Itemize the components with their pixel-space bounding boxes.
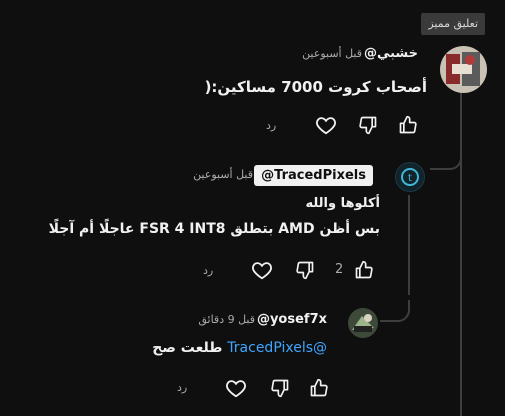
like-button[interactable] bbox=[306, 375, 332, 401]
comment-text: @TracedPixels طلعت صح bbox=[152, 340, 327, 356]
comment-time[interactable]: قبل أسبوعين bbox=[302, 47, 362, 60]
mention-link[interactable]: @TracedPixels bbox=[227, 340, 327, 356]
comment-text-line-2: بس أظن AMD بتطلق FSR 4 INT8 عاجلًا أم آج… bbox=[48, 221, 380, 237]
comment-author[interactable]: @TracedPixels bbox=[254, 165, 373, 186]
avatar[interactable] bbox=[348, 308, 378, 338]
featured-comment-badge: تعليق مميز bbox=[421, 13, 485, 35]
like-count: 2 bbox=[335, 262, 344, 277]
thread-connector-2 bbox=[380, 300, 410, 322]
like-button[interactable] bbox=[351, 257, 377, 283]
thread-connector-1 bbox=[430, 150, 462, 170]
dislike-button[interactable] bbox=[355, 112, 381, 138]
like-button[interactable] bbox=[395, 112, 421, 138]
heart-button[interactable] bbox=[249, 257, 275, 283]
thumbs-up-icon bbox=[310, 378, 328, 397]
thumbs-up-icon bbox=[355, 260, 373, 279]
comment-text: أصحاب كروت 7000 مساكين:( bbox=[204, 78, 427, 96]
svg-text:t: t bbox=[408, 173, 412, 184]
reply-button[interactable]: رد bbox=[266, 119, 276, 132]
thumbs-up-icon bbox=[399, 115, 417, 134]
avatar[interactable]: t bbox=[395, 162, 425, 192]
heart-button[interactable] bbox=[313, 112, 339, 138]
thumbs-down-icon bbox=[271, 379, 289, 398]
reply-button[interactable]: رد bbox=[177, 381, 187, 394]
heart-icon bbox=[252, 262, 272, 280]
thumbs-down-icon bbox=[359, 116, 377, 135]
comment-author[interactable]: @خشبي bbox=[364, 46, 418, 61]
thread-line bbox=[460, 92, 462, 416]
heart-button[interactable] bbox=[223, 375, 249, 401]
reply-button[interactable]: رد bbox=[203, 264, 213, 277]
comment-body: طلعت صح bbox=[152, 340, 223, 356]
heart-icon bbox=[316, 117, 336, 135]
comment-author[interactable]: @yosef7x bbox=[257, 312, 327, 327]
dislike-button[interactable] bbox=[292, 257, 318, 283]
heart-icon bbox=[226, 380, 246, 398]
comment-text-line-1: أكلوها والله bbox=[305, 196, 380, 211]
comment-time[interactable]: قبل 9 دقائق bbox=[198, 313, 255, 326]
thumbs-down-icon bbox=[296, 261, 314, 280]
dislike-button[interactable] bbox=[267, 375, 293, 401]
comment-time[interactable]: قبل أسبوعين bbox=[193, 168, 253, 181]
thread-line-sub bbox=[408, 195, 410, 295]
avatar[interactable] bbox=[440, 46, 487, 93]
